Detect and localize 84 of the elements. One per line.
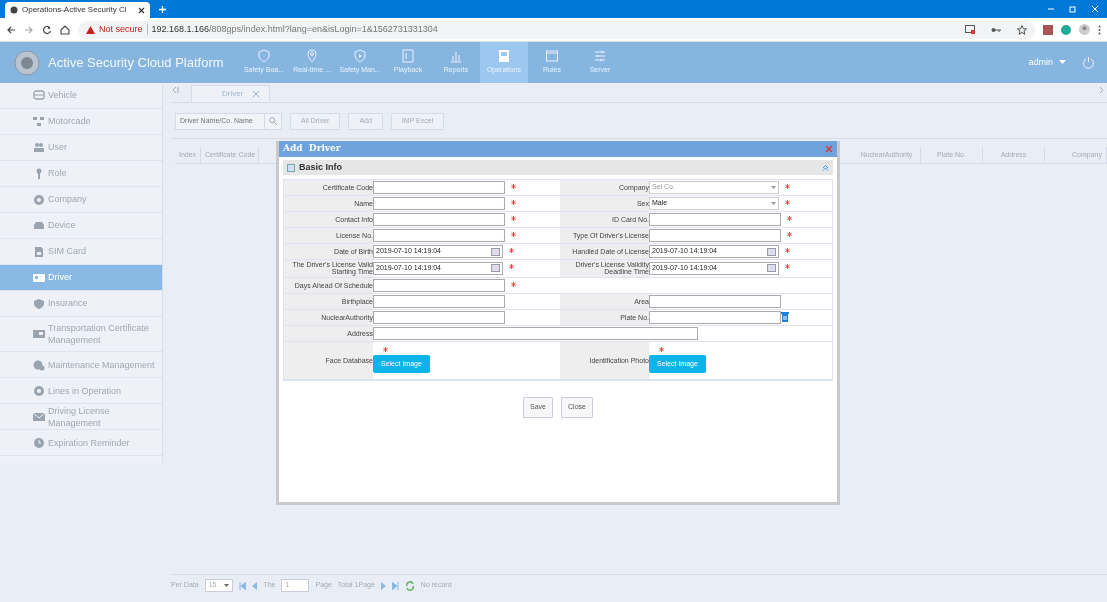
sidebar-item[interactable]: Expiration Reminder (0, 430, 162, 457)
sidebar-item[interactable]: Vehicle (0, 83, 162, 109)
user-menu[interactable]: admin (1028, 55, 1053, 70)
first-page-icon[interactable] (239, 581, 247, 590)
sidebar-item[interactable]: Driver (0, 265, 162, 291)
tab-title: Operations-Active Security Cl (22, 4, 127, 16)
not-secure-label: Not secure (99, 22, 143, 36)
text-field[interactable] (373, 326, 698, 340)
map-pin-icon (305, 49, 319, 64)
sidebar-item[interactable]: Transportation Certificate Management (0, 317, 162, 353)
address-bar[interactable]: Not secure 192.168.1.166/808gps/index.html?lang=en&isLogin=1&1562731331304 (78, 20, 1035, 39)
caret-icon (771, 201, 776, 206)
collapse-icon[interactable] (171, 86, 179, 94)
menu-icon[interactable] (1098, 24, 1101, 35)
key-icon[interactable] (991, 26, 1001, 33)
sidebar-item[interactable]: Maintenance Management (0, 352, 162, 379)
section-title: Basic Info (299, 160, 342, 174)
device-icon (33, 219, 45, 232)
reload-icon[interactable] (42, 24, 52, 35)
sidebar-item[interactable]: Device (0, 213, 162, 239)
text-field[interactable] (373, 197, 505, 210)
caret-icon (224, 583, 230, 588)
phone-icon (497, 49, 511, 64)
dialog-title: Add Driver (283, 142, 341, 156)
envelope-icon (33, 410, 45, 423)
minimize-icon[interactable] (1047, 5, 1055, 13)
sim-card-icon (33, 245, 45, 258)
caret-icon (771, 185, 776, 190)
content-tab[interactable]: Driver (191, 85, 271, 102)
logo-icon (14, 49, 40, 76)
url-text: 192.168.1.166/808gps/index.html?lang=en&isLogin=1&1562731331304 (151, 22, 438, 36)
sidebar-item[interactable]: Driving License Management (0, 404, 162, 431)
app-title: Active Security Cloud Platform (48, 53, 224, 72)
gear-icon (33, 193, 45, 206)
star-icon[interactable] (1017, 24, 1027, 35)
certificate-icon (33, 328, 45, 341)
power-icon[interactable] (1082, 56, 1095, 69)
frame-icon (401, 49, 415, 64)
close-icon[interactable] (138, 6, 145, 14)
section-icon (287, 163, 295, 172)
bar-chart-icon (449, 49, 463, 64)
text-field[interactable] (373, 294, 505, 308)
restore-icon[interactable] (1069, 5, 1077, 13)
network-icon (33, 115, 45, 128)
back-icon[interactable] (6, 24, 16, 35)
text-field[interactable] (373, 181, 505, 194)
home-icon[interactable] (60, 24, 70, 35)
avatar-icon[interactable] (1079, 24, 1090, 35)
sidebar-item[interactable]: Company (0, 187, 162, 213)
text-field[interactable] (373, 278, 505, 292)
screen-icon[interactable] (965, 25, 975, 34)
text-field[interactable] (649, 310, 781, 324)
clock-icon (33, 436, 45, 449)
text-field[interactable] (373, 229, 505, 242)
last-page-icon[interactable] (391, 581, 399, 590)
caret-icon[interactable] (1059, 60, 1066, 65)
users-icon (33, 141, 45, 154)
sidebar-item[interactable]: Insurance (0, 291, 162, 317)
expand-icon[interactable] (1099, 86, 1105, 94)
next-page-icon[interactable] (380, 581, 386, 590)
window-icon (545, 49, 559, 64)
text-field[interactable] (373, 213, 505, 226)
shield-icon (257, 49, 271, 64)
text-field[interactable] (649, 213, 781, 226)
shield-icon (33, 297, 45, 310)
sidebar-item[interactable]: User (0, 135, 162, 161)
browser-tab[interactable]: Operations-Active Security Cl (5, 2, 150, 18)
refresh-icon[interactable] (404, 580, 415, 591)
sidebar-item[interactable]: Motorcade (0, 109, 162, 135)
collapse-icon[interactable] (822, 164, 829, 171)
gear-icon (33, 384, 45, 397)
new-tab-icon[interactable] (158, 5, 167, 14)
warning-icon (86, 25, 95, 34)
sliders-icon (593, 49, 607, 64)
text-field[interactable] (649, 294, 781, 308)
search-icon[interactable] (269, 117, 277, 126)
forward-icon[interactable] (24, 24, 34, 35)
text-field[interactable] (649, 229, 781, 242)
sidebar-item[interactable]: Role (0, 161, 162, 187)
play-shield-icon (353, 49, 367, 64)
trash-icon[interactable] (781, 312, 789, 323)
previous-page-icon[interactable] (252, 581, 258, 590)
id-card-icon (33, 271, 45, 284)
text-field[interactable] (373, 310, 505, 324)
